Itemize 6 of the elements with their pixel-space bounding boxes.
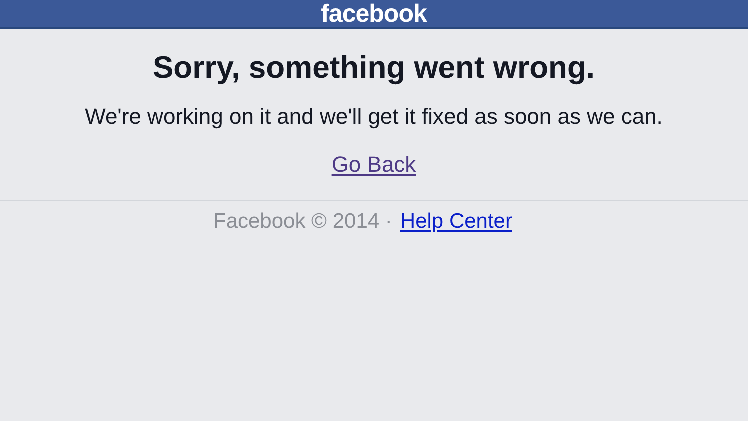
- help-center-link[interactable]: Help Center: [400, 209, 512, 235]
- error-title: Sorry, something went wrong.: [152, 49, 596, 87]
- copyright-text: Facebook © 2014 ·: [214, 209, 392, 235]
- error-message: We're working on it and we'll get it fixed as soon as we can.: [85, 104, 663, 130]
- logo[interactable]: facebook: [321, 1, 427, 27]
- go-back-link[interactable]: Go Back: [332, 152, 416, 178]
